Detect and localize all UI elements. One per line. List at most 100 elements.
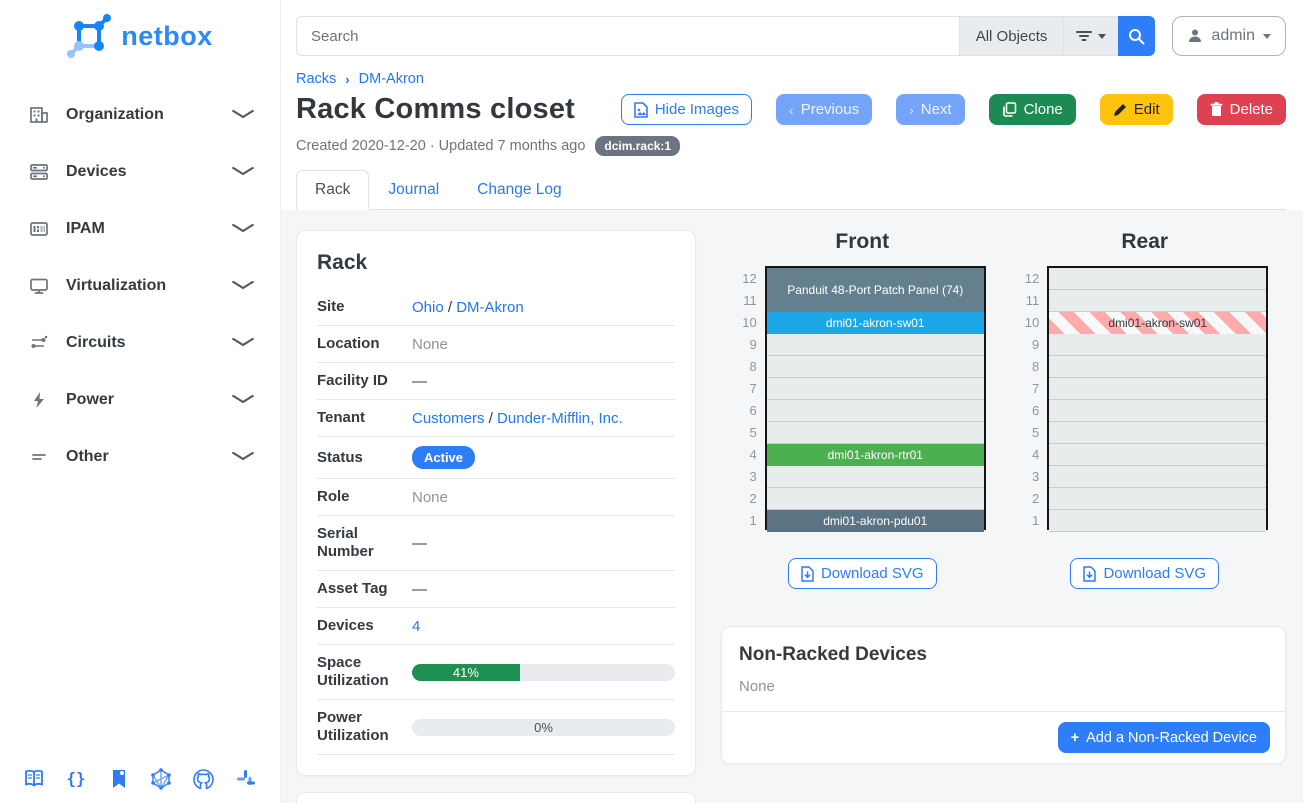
github-icon[interactable] [192, 767, 216, 791]
empty-rack-unit[interactable] [767, 400, 984, 422]
tab-change-log[interactable]: Change Log [458, 170, 580, 210]
unit-number: 12 [739, 268, 757, 290]
clone-button[interactable]: Clone [989, 94, 1076, 125]
empty-rack-unit[interactable] [1049, 400, 1266, 422]
empty-rack-unit[interactable] [1049, 444, 1266, 466]
rack-elevation-box: Panduit 48-Port Patch Panel (74)dmi01-ak… [765, 266, 986, 530]
attribute-link[interactable]: DM-Akron [456, 299, 524, 316]
pencil-icon [1113, 103, 1127, 117]
empty-rack-unit[interactable] [767, 378, 984, 400]
search-filter-button[interactable] [1063, 16, 1118, 56]
attribute-link[interactable]: 4 [412, 618, 420, 635]
rack-device[interactable]: dmi01-akron-sw01 [767, 312, 984, 334]
rack-device[interactable]: Panduit 48-Port Patch Panel (74) [767, 268, 984, 312]
empty-rack-unit[interactable] [1049, 488, 1266, 510]
unit-number: 5 [739, 422, 757, 444]
rack-card-title: Rack [317, 251, 675, 275]
unit-number: 4 [739, 444, 757, 466]
unit-number: 6 [739, 400, 757, 422]
sidebar-item-organization[interactable]: Organization [0, 86, 280, 143]
unit-number: 1 [739, 510, 757, 532]
progress-label: 0% [412, 719, 675, 736]
add-non-racked-device-button[interactable]: + Add a Non-Racked Device [1058, 722, 1270, 753]
tab-journal[interactable]: Journal [369, 170, 458, 210]
user-name: admin [1211, 27, 1255, 45]
hide-images-button[interactable]: Hide Images [621, 94, 752, 125]
empty-rack-unit[interactable] [1049, 268, 1266, 290]
tab-bar: RackJournalChange Log [296, 170, 1286, 210]
search-scope-button[interactable]: All Objects [959, 16, 1064, 56]
empty-rack-unit[interactable] [1049, 466, 1266, 488]
delete-button[interactable]: Delete [1197, 94, 1286, 125]
download-svg-button[interactable]: Download SVG [788, 558, 937, 589]
rack-device[interactable]: dmi01-akron-pdu01 [767, 510, 984, 532]
attribute-label: Power Utilization [317, 700, 412, 755]
search-submit-button[interactable] [1118, 16, 1155, 56]
rack-device[interactable]: dmi01-akron-sw01 [1049, 312, 1266, 334]
empty-rack-unit[interactable] [1049, 510, 1266, 532]
code-braces-icon[interactable]: {} [64, 767, 88, 791]
netbox-logo-icon [67, 14, 111, 58]
sidebar-item-ipam[interactable]: IPAM [0, 200, 280, 257]
docs-book-icon[interactable] [22, 767, 46, 791]
next-button[interactable]: › Next [896, 94, 965, 125]
building-icon [28, 104, 50, 126]
attribute-value: — [412, 516, 675, 571]
sidebar-item-other[interactable]: Other [0, 428, 280, 485]
previous-button[interactable]: ‹ Previous [776, 94, 872, 125]
download-svg-button[interactable]: Download SVG [1070, 558, 1219, 589]
sidebar-item-power[interactable]: Power [0, 371, 280, 428]
attribute-none-value: None [412, 489, 448, 506]
empty-rack-unit[interactable] [1049, 422, 1266, 444]
sidebar-item-circuits[interactable]: Circuits [0, 314, 280, 371]
sidebar-item-devices[interactable]: Devices [0, 143, 280, 200]
attribute-value: — [412, 571, 675, 608]
breadcrumb-link[interactable]: Racks [296, 71, 336, 87]
breadcrumb-link[interactable]: DM-Akron [359, 71, 424, 87]
rack-device[interactable]: dmi01-akron-rtr01 [767, 444, 984, 466]
attribute-label: Asset Tag [317, 571, 412, 608]
empty-rack-unit[interactable] [1049, 290, 1266, 312]
user-icon [1187, 28, 1203, 44]
empty-rack-unit[interactable] [767, 334, 984, 356]
attribute-link[interactable]: Ohio [412, 299, 444, 316]
empty-rack-unit[interactable] [1049, 356, 1266, 378]
chevron-down-icon [232, 281, 254, 290]
empty-rack-unit[interactable] [1049, 334, 1266, 356]
copy-icon [1002, 102, 1017, 117]
attribute-value: Active [412, 437, 675, 479]
user-menu-button[interactable]: admin [1172, 16, 1286, 56]
empty-rack-unit[interactable] [767, 466, 984, 488]
power-bolt-icon [28, 389, 50, 411]
attribute-value: 4 [412, 608, 675, 645]
attribute-row: TenantCustomers / Dunder-Mifflin, Inc. [317, 400, 675, 437]
empty-rack-unit[interactable] [1049, 378, 1266, 400]
empty-rack-unit[interactable] [767, 422, 984, 444]
sidebar-item-label: Power [66, 391, 114, 409]
sidebar-item-virtualization[interactable]: Virtualization [0, 257, 280, 314]
netbox-logo[interactable]: netbox [0, 0, 280, 68]
empty-rack-unit[interactable] [767, 488, 984, 510]
attribute-row: RoleNone [317, 479, 675, 516]
tab-rack[interactable]: Rack [296, 170, 369, 210]
attribute-value: — [412, 363, 675, 400]
unit-number: 8 [739, 356, 757, 378]
graphql-icon[interactable] [149, 767, 173, 791]
search-input[interactable] [296, 16, 959, 56]
empty-rack-unit[interactable] [767, 356, 984, 378]
unit-number: 3 [739, 466, 757, 488]
non-racked-empty-text: None [722, 672, 1285, 711]
attribute-link[interactable]: Customers [412, 410, 485, 427]
attribute-row: Facility ID— [317, 363, 675, 400]
attribute-row: StatusActive [317, 437, 675, 479]
edit-button[interactable]: Edit [1100, 94, 1173, 125]
attribute-link[interactable]: Dunder-Mifflin, Inc. [497, 410, 623, 427]
slack-icon[interactable] [234, 767, 258, 791]
utilization-progress-bar: 0% [412, 719, 675, 736]
chevron-down-icon [232, 224, 254, 233]
unit-number-column: 121110987654321 [739, 266, 757, 532]
unit-number: 5 [1021, 422, 1039, 444]
unit-number: 11 [739, 290, 757, 312]
bookmark-icon[interactable] [107, 767, 131, 791]
utilization-progress-bar: 41% [412, 664, 675, 681]
